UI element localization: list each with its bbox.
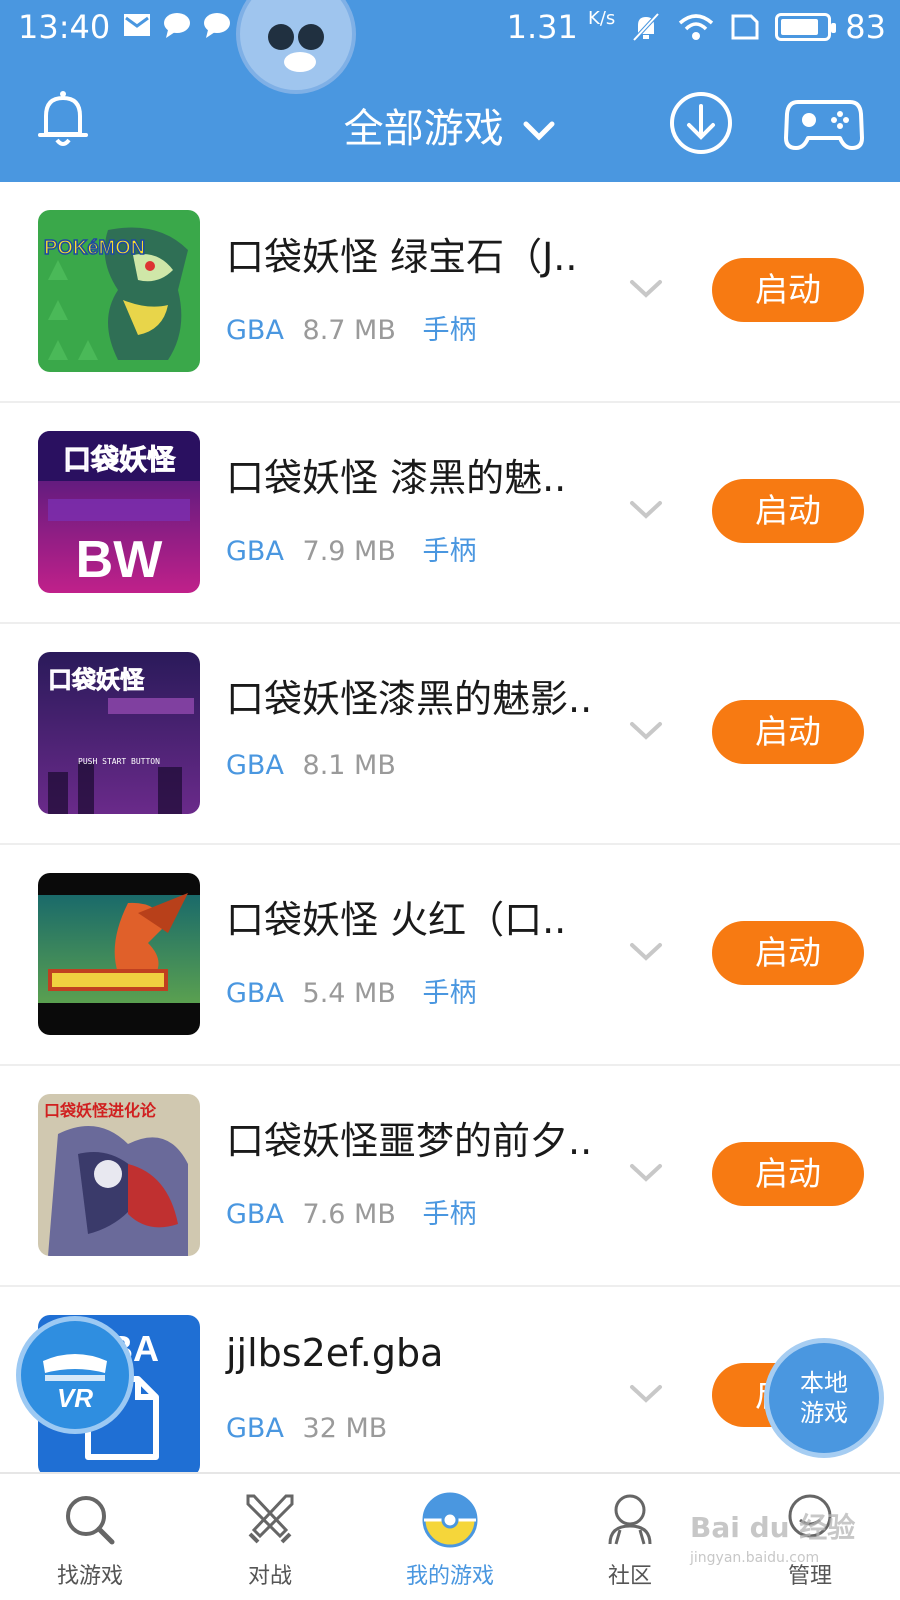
- controller-tag: 手柄: [422, 1199, 477, 1230]
- file-size: 7.6 MB: [302, 1199, 396, 1230]
- expand-chevron-icon[interactable]: [628, 1383, 664, 1405]
- platform-tag: GBA: [226, 536, 284, 567]
- cover-logo-text: 口袋妖怪: [63, 443, 176, 476]
- game-list: POKéMON 口袋妖怪 绿宝石（J.. GBA 8.7 MB 手柄 启动 口袋…: [0, 182, 900, 1472]
- battery-icon: [775, 13, 837, 41]
- expand-chevron-icon[interactable]: [628, 1162, 664, 1184]
- nav-item-battle[interactable]: 对战: [180, 1474, 360, 1600]
- platform-tag: GBA: [226, 1199, 284, 1230]
- game-meta: GBA 5.4 MB 手柄: [226, 971, 476, 1010]
- status-right: 1.31 K/s 83: [507, 8, 886, 46]
- category-dropdown[interactable]: 全部游戏: [0, 96, 900, 154]
- nav-item-my-games[interactable]: 我的游戏: [360, 1474, 540, 1600]
- pokeball-icon: [422, 1492, 478, 1548]
- game-meta: GBA 32 MB: [226, 1413, 387, 1444]
- platform-tag: GBA: [226, 1413, 284, 1444]
- cover-logo-text: POKéMON: [44, 237, 145, 259]
- launch-button[interactable]: 启动: [712, 258, 864, 322]
- watermark-logo: Bai du 经验: [690, 1511, 856, 1544]
- game-cover-image: 口袋妖怪 BW: [38, 431, 200, 593]
- status-bar: 13:40 1.31 K/s 83: [0, 0, 900, 56]
- swords-icon: [246, 1494, 294, 1544]
- vr-goggles-icon: VR: [43, 1354, 107, 1413]
- watermark-url: jingyan.baidu.com: [690, 1550, 820, 1566]
- game-meta: GBA 7.9 MB 手柄: [226, 529, 476, 568]
- controller-tag: 手柄: [422, 315, 477, 346]
- file-size: 8.7 MB: [302, 315, 396, 346]
- download-icon[interactable]: [668, 90, 734, 156]
- notification-icons: [122, 10, 232, 40]
- nav-label: 对战: [247, 1564, 292, 1589]
- file-size: 7.9 MB: [302, 536, 396, 567]
- vr-floating-button[interactable]: VR: [16, 1316, 134, 1434]
- chat-icon-2: [204, 13, 230, 38]
- panda-mascot-icon: [236, 0, 356, 94]
- game-name: 口袋妖怪噩梦的前夕..: [226, 1119, 593, 1163]
- battery-fill: [781, 19, 819, 35]
- game-row[interactable]: 口袋妖怪进化论 口袋妖怪噩梦的前夕.. GBA 7.6 MB 手柄 启动: [0, 1066, 900, 1287]
- search-icon: [66, 1496, 115, 1545]
- game-name: 口袋妖怪 火红（口..: [226, 898, 567, 942]
- nav-label: 找游戏: [56, 1564, 123, 1589]
- expand-chevron-icon[interactable]: [628, 720, 664, 742]
- game-cover-image: 口袋妖怪 PUSH START BUTTON: [38, 652, 200, 814]
- controller-tag: 手柄: [422, 536, 477, 567]
- game-meta: GBA 8.7 MB 手柄: [226, 308, 476, 347]
- local-games-label-2: 游戏: [800, 1399, 848, 1427]
- game-row[interactable]: 口袋妖怪 PUSH START BUTTON 口袋妖怪漆黑的魅影.. GBA 8…: [0, 624, 900, 845]
- game-row[interactable]: 口袋妖怪 火红（口.. GBA 5.4 MB 手柄 启动: [0, 845, 900, 1066]
- launch-button[interactable]: 启动: [712, 700, 864, 764]
- gamepad-icon[interactable]: [784, 92, 864, 154]
- game-name: 口袋妖怪 漆黑的魅..: [226, 456, 567, 500]
- launch-button[interactable]: 启动: [712, 1142, 864, 1206]
- platform-tag: GBA: [226, 978, 284, 1009]
- game-meta: GBA 8.1 MB: [226, 750, 396, 781]
- status-time: 13:40: [18, 8, 111, 46]
- game-meta: GBA 7.6 MB 手柄: [226, 1192, 476, 1231]
- nav-label: 我的游戏: [405, 1564, 494, 1589]
- app-header: 13:40 1.31 K/s 83 全部游戏: [0, 0, 900, 182]
- game-cover-image: 口袋妖怪进化论: [38, 1094, 200, 1256]
- battery-percent: 83: [845, 8, 886, 46]
- platform-tag: GBA: [226, 750, 284, 781]
- mute-bell-icon: [632, 12, 660, 42]
- game-row[interactable]: GBA jjlbs2ef.gba GBA 32 MB 启动: [0, 1287, 900, 1472]
- game-row[interactable]: 口袋妖怪 BW 口袋妖怪 漆黑的魅.. GBA 7.9 MB 手柄 启动: [0, 403, 900, 624]
- community-icon: [608, 1494, 652, 1545]
- net-speed: 1.31: [506, 8, 578, 46]
- game-cover-image: [38, 873, 200, 1035]
- local-games-button[interactable]: 本地 游戏: [764, 1338, 884, 1458]
- vr-label: VR: [57, 1383, 93, 1413]
- platform-tag: GBA: [226, 315, 284, 346]
- expand-chevron-icon[interactable]: [628, 278, 664, 300]
- cover-logo-text: 口袋妖怪: [48, 666, 145, 694]
- mail-icon: [124, 14, 150, 36]
- file-size: 8.1 MB: [302, 750, 396, 781]
- cover-press-start-text: PUSH START BUTTON: [78, 757, 160, 766]
- game-name: 口袋妖怪 绿宝石（J..: [226, 235, 578, 279]
- launch-button[interactable]: 启动: [712, 921, 864, 985]
- net-unit: K/s: [588, 8, 616, 29]
- game-name: jjlbs2ef.gba: [226, 1331, 444, 1375]
- chat-icon: [164, 13, 190, 38]
- game-row[interactable]: POKéMON 口袋妖怪 绿宝石（J.. GBA 8.7 MB 手柄 启动: [0, 182, 900, 403]
- expand-chevron-icon[interactable]: [628, 499, 664, 521]
- wifi-icon: [679, 14, 714, 40]
- chevron-down-icon: [523, 121, 555, 141]
- local-games-label-1: 本地: [800, 1369, 848, 1397]
- game-name: 口袋妖怪漆黑的魅影..: [226, 677, 593, 721]
- file-size: 5.4 MB: [302, 978, 396, 1009]
- sim-icon: [731, 14, 759, 40]
- cover-big-text: BW: [76, 531, 164, 589]
- file-size: 32 MB: [302, 1413, 388, 1444]
- launch-button[interactable]: 启动: [712, 479, 864, 543]
- nav-item-find-games[interactable]: 找游戏: [0, 1474, 180, 1600]
- cover-logo-text: 口袋妖怪进化论: [44, 1101, 157, 1120]
- page-title: 全部游戏: [343, 106, 504, 152]
- game-cover-image: POKéMON: [38, 210, 200, 372]
- controller-tag: 手柄: [422, 978, 477, 1009]
- expand-chevron-icon[interactable]: [628, 941, 664, 963]
